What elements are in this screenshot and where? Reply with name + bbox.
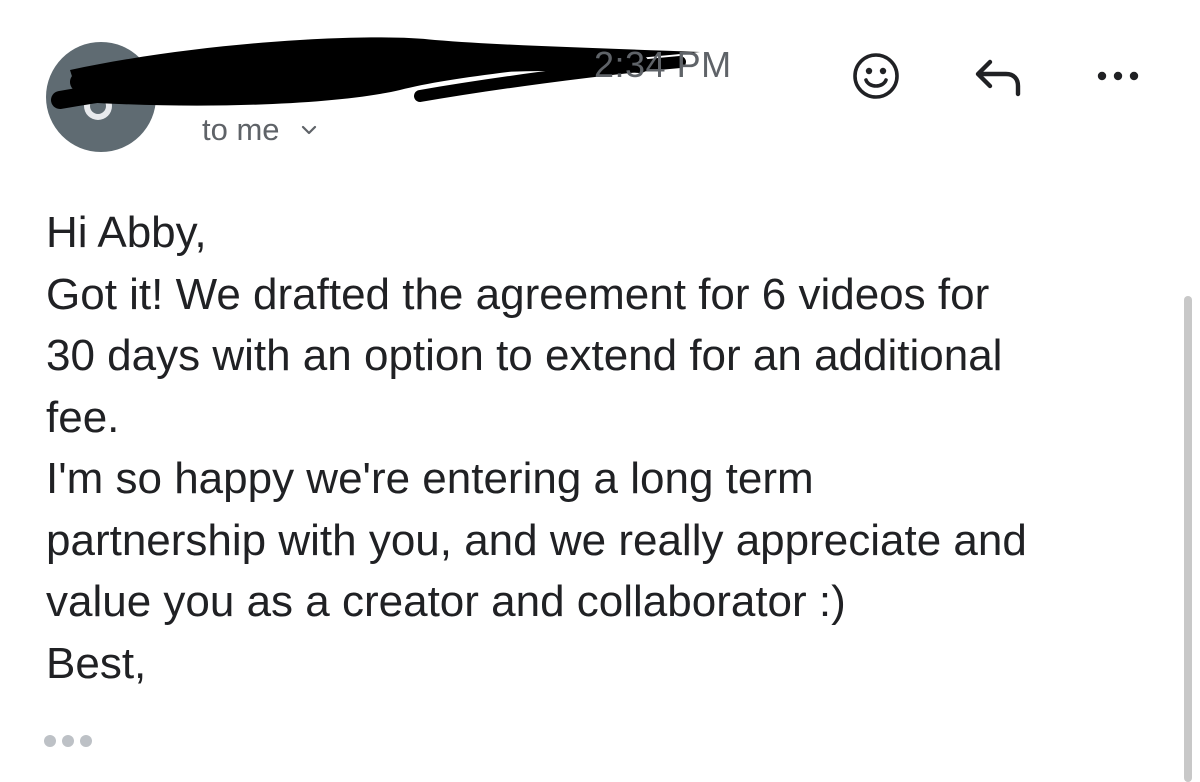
more-options-icon (1097, 71, 1139, 81)
ellipsis-dot-icon (80, 735, 92, 747)
ellipsis-dot-icon (62, 735, 74, 747)
message-line: value you as a creator and collaborator … (46, 577, 846, 626)
message-time: 2:34 PM (594, 44, 732, 85)
recipient-label: to me (202, 112, 280, 147)
message-line: Got it! We drafted the agreement for 6 v… (46, 269, 990, 319)
message-body: Hi Abby, Got it! We drafted the agreemen… (46, 202, 1166, 694)
reply-button[interactable] (970, 48, 1026, 104)
recipient-details-toggle[interactable]: to me (202, 112, 318, 148)
message-line: Best, (46, 638, 147, 688)
message-line: partnership with you, and we really appr… (46, 515, 1027, 565)
message-line: 30 days with an option to extend for an … (46, 331, 1003, 380)
reply-icon (975, 59, 1021, 97)
message-line: Hi Abby, (46, 208, 207, 257)
emoji-reaction-button[interactable] (848, 48, 904, 104)
show-trimmed-content-button[interactable] (44, 726, 100, 756)
message-line: fee. (46, 392, 120, 442)
message-line: I'm so happy we're entering a long term (46, 454, 814, 503)
more-options-button[interactable] (1090, 48, 1146, 104)
chevron-down-icon (301, 125, 316, 135)
scrollbar-thumb[interactable] (1184, 296, 1192, 782)
emoji-reaction-icon (853, 53, 899, 99)
ellipsis-dot-icon (44, 735, 56, 747)
